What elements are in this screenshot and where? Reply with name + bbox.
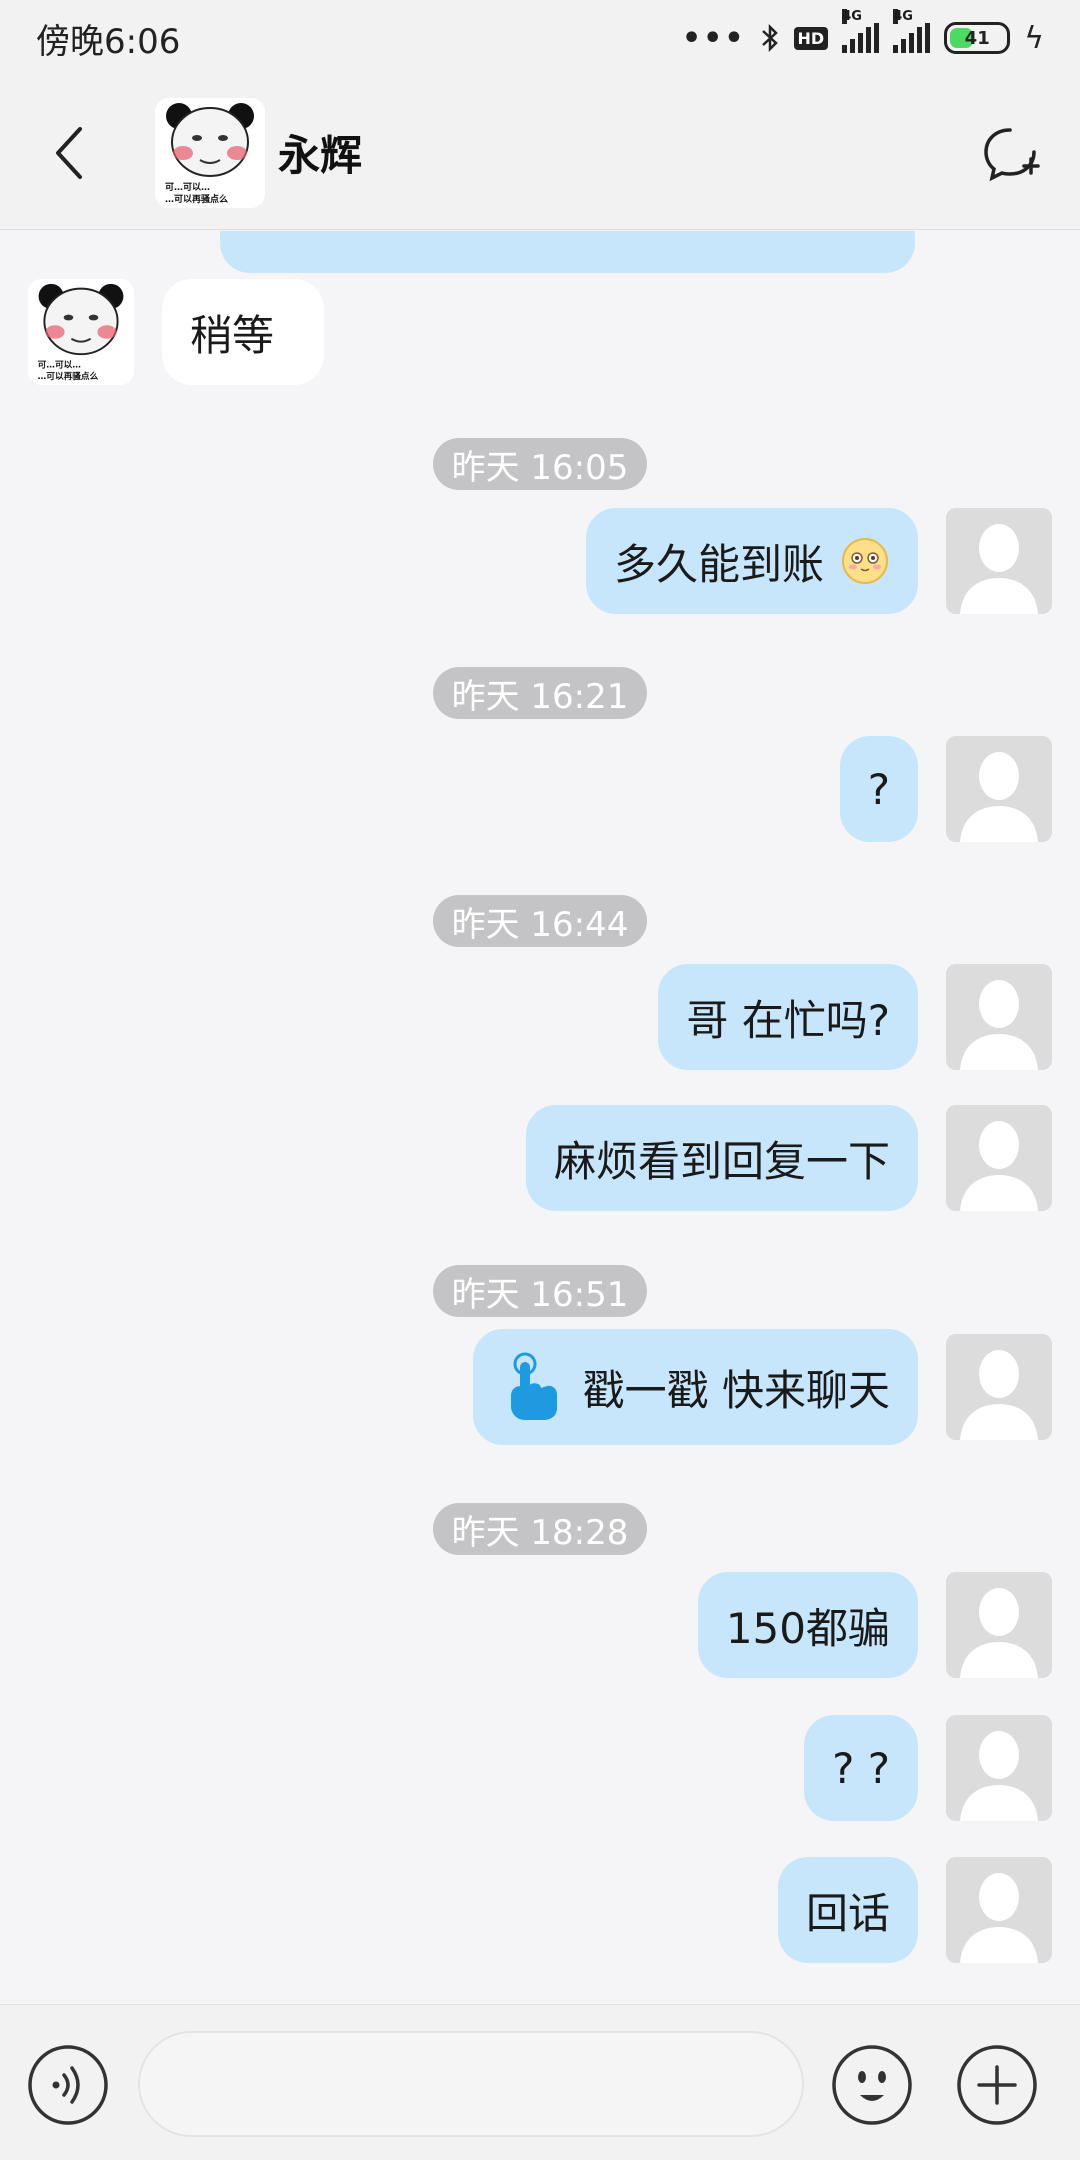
message-bubble-outgoing[interactable]: 哥 在忙吗? (658, 964, 918, 1070)
message-bubble-incoming[interactable]: 稍等 (162, 279, 324, 385)
more-functions-button[interactable] (955, 2043, 1039, 2127)
more-notifications-icon: ••• (682, 20, 746, 56)
panda-meme-image: 可…可以… …可以再骚点么 (28, 279, 134, 385)
signal-icon-1: 4G (842, 9, 880, 53)
poke-finger-icon (510, 1352, 557, 1420)
charging-icon: ϟ (1024, 20, 1044, 56)
default-user-icon (946, 1715, 1052, 1821)
chevron-left-icon (56, 127, 82, 179)
svg-text:…可以再骚点么: …可以再骚点么 (165, 193, 228, 205)
emoji-button[interactable] (830, 2043, 914, 2127)
back-button[interactable] (40, 120, 100, 186)
message-bubble-outgoing[interactable]: ? ? (804, 1715, 918, 1821)
message-text: 多久能到账 (613, 539, 824, 589)
battery-icon: 41 (944, 22, 1011, 54)
my-avatar[interactable] (946, 736, 1052, 842)
poke-text: 戳一戳 快来聊天 (582, 1365, 890, 1415)
message-bubble-outgoing[interactable]: 多久能到账 (585, 508, 918, 614)
previous-message-bubble[interactable] (220, 231, 915, 273)
my-avatar[interactable] (946, 1715, 1052, 1821)
input-bar (0, 2004, 1080, 2160)
default-user-icon (946, 736, 1052, 842)
message-bubble-outgoing[interactable]: ? (839, 736, 918, 842)
signal-icon-2: 4G (893, 9, 931, 53)
default-user-icon (946, 1105, 1052, 1211)
chat-settings-button[interactable] (980, 122, 1042, 184)
default-user-icon (946, 1857, 1052, 1963)
smiling-face-icon (842, 538, 888, 584)
message-bubble-outgoing[interactable]: 麻烦看到回复一下 (525, 1105, 918, 1211)
my-avatar[interactable] (946, 1105, 1052, 1211)
chat-screen: 傍晚6:06 ••• HD 4G 4G 41 ϟ 可…可以… …可以再骚点么 永… (0, 0, 1080, 2160)
my-avatar[interactable] (946, 1572, 1052, 1678)
my-avatar[interactable] (946, 508, 1052, 614)
poke-message-bubble[interactable]: 戳一戳 快来聊天 (472, 1329, 918, 1445)
my-avatar[interactable] (946, 1857, 1052, 1963)
timestamp: 昨天 16:51 (433, 1265, 647, 1317)
chat-header: 可…可以… …可以再骚点么 永辉 (0, 76, 1080, 230)
message-bubble-outgoing[interactable]: 150都骗 (697, 1572, 918, 1678)
voice-input-button[interactable] (26, 2043, 110, 2127)
default-user-icon (946, 964, 1052, 1070)
status-time: 傍晚6:06 (36, 21, 181, 62)
timestamp: 昨天 16:44 (433, 895, 647, 947)
contact-avatar[interactable]: 可…可以… …可以再骚点么 (155, 98, 265, 208)
default-user-icon (946, 508, 1052, 614)
contact-name[interactable]: 永辉 (278, 122, 362, 183)
timestamp: 昨天 16:21 (433, 667, 647, 719)
battery-percent: 41 (964, 27, 990, 49)
message-input[interactable] (138, 2031, 804, 2137)
my-avatar[interactable] (946, 964, 1052, 1070)
svg-text:可…可以…: 可…可以… (165, 182, 210, 193)
timestamp: 昨天 16:05 (433, 438, 647, 490)
bluetooth-icon (761, 23, 778, 53)
message-bubble-outgoing[interactable]: 回话 (777, 1857, 918, 1963)
hd-voice-icon: HD (793, 26, 829, 50)
svg-text:可…可以…: 可…可以… (38, 360, 81, 371)
status-icons: ••• HD 4G 4G 41 ϟ (682, 9, 1044, 56)
default-user-icon (946, 1334, 1052, 1440)
panda-meme-image: 可…可以… …可以再骚点么 (155, 98, 265, 208)
timestamp: 昨天 18:28 (433, 1503, 647, 1555)
svg-text:…可以再骚点么: …可以再骚点么 (38, 370, 99, 382)
status-bar: 傍晚6:06 ••• HD 4G 4G 41 ϟ (0, 0, 1080, 76)
message-list[interactable]: 可…可以… …可以再骚点么 稍等 昨天 16:05 多久能到账 昨天 16:21… (0, 231, 1080, 2004)
my-avatar[interactable] (946, 1334, 1052, 1440)
contact-avatar-small[interactable]: 可…可以… …可以再骚点么 (28, 279, 134, 385)
default-user-icon (946, 1572, 1052, 1678)
